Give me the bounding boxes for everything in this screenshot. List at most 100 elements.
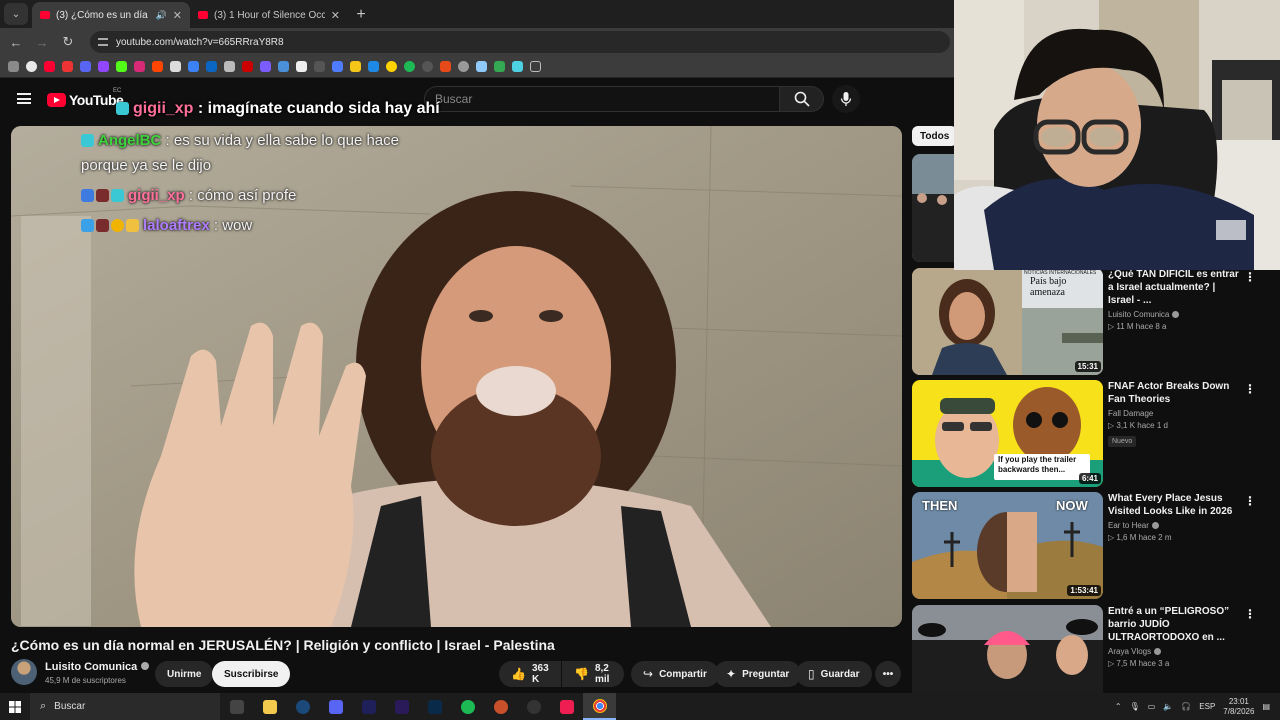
- youtube-logo[interactable]: YouTube EC: [47, 88, 124, 108]
- bookmark-sheets-icon[interactable]: [494, 61, 505, 72]
- channel-avatar[interactable]: [11, 659, 37, 685]
- taskbar-premiere[interactable]: [385, 693, 418, 720]
- recommendation-title[interactable]: ¿Qué TAN DIFÍCIL es entrar a Israel actu…: [1108, 268, 1244, 307]
- recommendation-title[interactable]: FNAF Actor Breaks Down Fan Theories: [1108, 380, 1244, 406]
- bookmark-icon[interactable]: [386, 61, 397, 72]
- ask-button[interactable]: ✦ Preguntar: [714, 661, 802, 687]
- chevron-up-icon[interactable]: ⌃: [1115, 702, 1122, 711]
- bookmark-icon[interactable]: [404, 61, 415, 72]
- tab-jerusalen[interactable]: (3) ¿Cómo es un día normal en JERUSALÉN?…: [32, 2, 190, 28]
- folder-icon[interactable]: [530, 61, 541, 72]
- taskbar-tiktok[interactable]: [550, 693, 583, 720]
- bookmark-twitch-icon[interactable]: [98, 61, 109, 72]
- bookmark-icon[interactable]: [260, 61, 271, 72]
- taskbar-app[interactable]: [220, 693, 253, 720]
- address-bar[interactable]: youtube.com/watch?v=665RRraY8R8: [90, 31, 950, 53]
- language-indicator[interactable]: ESP: [1199, 702, 1215, 711]
- bookmark-linkedin-icon[interactable]: [206, 61, 217, 72]
- bookmark-x-icon[interactable]: [170, 61, 181, 72]
- bookmark-notion-icon[interactable]: [296, 61, 307, 72]
- filter-chip-all[interactable]: Todos: [912, 126, 958, 146]
- network-icon[interactable]: ▭: [1148, 702, 1156, 711]
- bookmark-icon[interactable]: [512, 61, 523, 72]
- start-button[interactable]: [0, 693, 30, 720]
- bookmark-icon[interactable]: [242, 61, 253, 72]
- bookmark-red-icon[interactable]: [62, 61, 73, 72]
- speaker-icon[interactable]: 🔊: [156, 10, 167, 21]
- headset-icon[interactable]: 🎧: [1181, 702, 1191, 711]
- like-button[interactable]: 👍 363 K: [499, 661, 561, 687]
- recommendation-channel[interactable]: Araya Vlogs: [1108, 647, 1244, 656]
- partial-thumbnail[interactable]: [912, 154, 954, 262]
- new-tab-button[interactable]: +: [348, 6, 374, 28]
- bookmark-icon[interactable]: [350, 61, 361, 72]
- save-button[interactable]: ▯ Guardar: [796, 661, 872, 687]
- tab-search-button[interactable]: ⌄: [4, 3, 28, 25]
- close-tab-icon[interactable]: ✕: [331, 9, 340, 22]
- video-thumbnail[interactable]: THEN NOW: [912, 492, 1103, 599]
- bookmark-youtube-icon[interactable]: [44, 61, 55, 72]
- bookmark-icon[interactable]: [314, 61, 325, 72]
- bookmark-icon[interactable]: [188, 61, 199, 72]
- bookmark-icon[interactable]: [440, 61, 451, 72]
- bookmark-kick-icon[interactable]: [116, 61, 127, 72]
- video-thumbnail[interactable]: [912, 605, 1103, 693]
- back-icon[interactable]: ←: [8, 35, 24, 50]
- share-button[interactable]: ↪ Compartir: [631, 661, 719, 687]
- forward-icon[interactable]: →: [34, 35, 50, 50]
- microphone-icon[interactable]: 🎙: [1130, 702, 1140, 711]
- bookmark-icon[interactable]: [422, 61, 433, 72]
- taskbar-app[interactable]: [517, 693, 550, 720]
- taskbar-spotify[interactable]: [451, 693, 484, 720]
- volume-icon[interactable]: 🔈: [1163, 702, 1173, 711]
- bookmark-reddit-icon[interactable]: [152, 61, 163, 72]
- recommendation-title[interactable]: Entré a un “PELIGROSO” barrio JUDÍO ULTR…: [1108, 605, 1244, 644]
- taskbar-after-effects[interactable]: [352, 693, 385, 720]
- reload-icon[interactable]: ↻: [60, 34, 76, 50]
- join-button[interactable]: Unirme: [155, 661, 214, 687]
- video-thumbnail[interactable]: If you play the trailer backwards then..…: [912, 380, 1103, 487]
- taskbar-photoshop[interactable]: [418, 693, 451, 720]
- site-info-icon[interactable]: [98, 38, 108, 46]
- recommendation-title[interactable]: What Every Place Jesus Visited Looks Lik…: [1108, 492, 1244, 518]
- channel-name[interactable]: Luisito Comunica: [45, 661, 150, 673]
- taskbar-discord[interactable]: [319, 693, 352, 720]
- bookmark-icon[interactable]: [458, 61, 469, 72]
- subscribe-button[interactable]: Suscribirse: [212, 661, 291, 687]
- bookmark-icon[interactable]: [278, 61, 289, 72]
- more-options-icon[interactable]: ⋮: [1244, 494, 1256, 508]
- bookmark-icon[interactable]: [368, 61, 379, 72]
- bookmark-icon[interactable]: [332, 61, 343, 72]
- more-actions-button[interactable]: •••: [875, 661, 901, 687]
- video-player[interactable]: AngelBC : es su vida y ella sabe lo que …: [11, 126, 902, 627]
- more-options-icon[interactable]: ⋮: [1244, 270, 1256, 284]
- apps-grid-icon[interactable]: [8, 61, 19, 72]
- search-button[interactable]: [780, 86, 824, 112]
- bookmark-instagram-icon[interactable]: [134, 61, 145, 72]
- dislike-button[interactable]: 👎 8,2 mil: [562, 661, 624, 687]
- more-options-icon[interactable]: ⋮: [1244, 382, 1256, 396]
- recommendation-channel[interactable]: Luisito Comunica: [1108, 310, 1244, 319]
- taskbar-chrome[interactable]: [583, 693, 616, 720]
- close-tab-icon[interactable]: ✕: [173, 9, 182, 22]
- recommendation-item[interactable]: Entré a un “PELIGROSO” barrio JUDÍO ULTR…: [912, 605, 1280, 693]
- recommendation-channel[interactable]: Ear to Hear: [1108, 521, 1244, 530]
- search-input[interactable]: Buscar: [424, 86, 780, 112]
- recommendation-item[interactable]: THEN NOW 1:53:41 What Every Place Jesus …: [912, 492, 1280, 600]
- clock[interactable]: 23:01 7/8/2026: [1223, 697, 1254, 717]
- menu-icon[interactable]: [17, 93, 31, 104]
- recommendation-channel[interactable]: Fall Damage: [1108, 409, 1244, 418]
- taskbar-steam[interactable]: [286, 693, 319, 720]
- tab-silence[interactable]: (3) 1 Hour of Silence Occasionally ✕: [190, 2, 348, 28]
- more-options-icon[interactable]: ⋮: [1244, 607, 1256, 621]
- taskbar-search[interactable]: ⌕ Buscar: [30, 693, 220, 720]
- voice-search-button[interactable]: [832, 85, 860, 113]
- recommendation-item[interactable]: If you play the trailer backwards then..…: [912, 380, 1280, 488]
- bookmark-icon[interactable]: [224, 61, 235, 72]
- notifications-icon[interactable]: ▤: [1262, 702, 1270, 711]
- taskbar-explorer[interactable]: [253, 693, 286, 720]
- recommendation-item[interactable]: NOTICIAS INTERNACIONALES País bajo amena…: [912, 268, 1280, 376]
- video-thumbnail[interactable]: NOTICIAS INTERNACIONALES País bajo amena…: [912, 268, 1103, 375]
- bookmark-blue-icon[interactable]: [80, 61, 91, 72]
- taskbar-app[interactable]: [484, 693, 517, 720]
